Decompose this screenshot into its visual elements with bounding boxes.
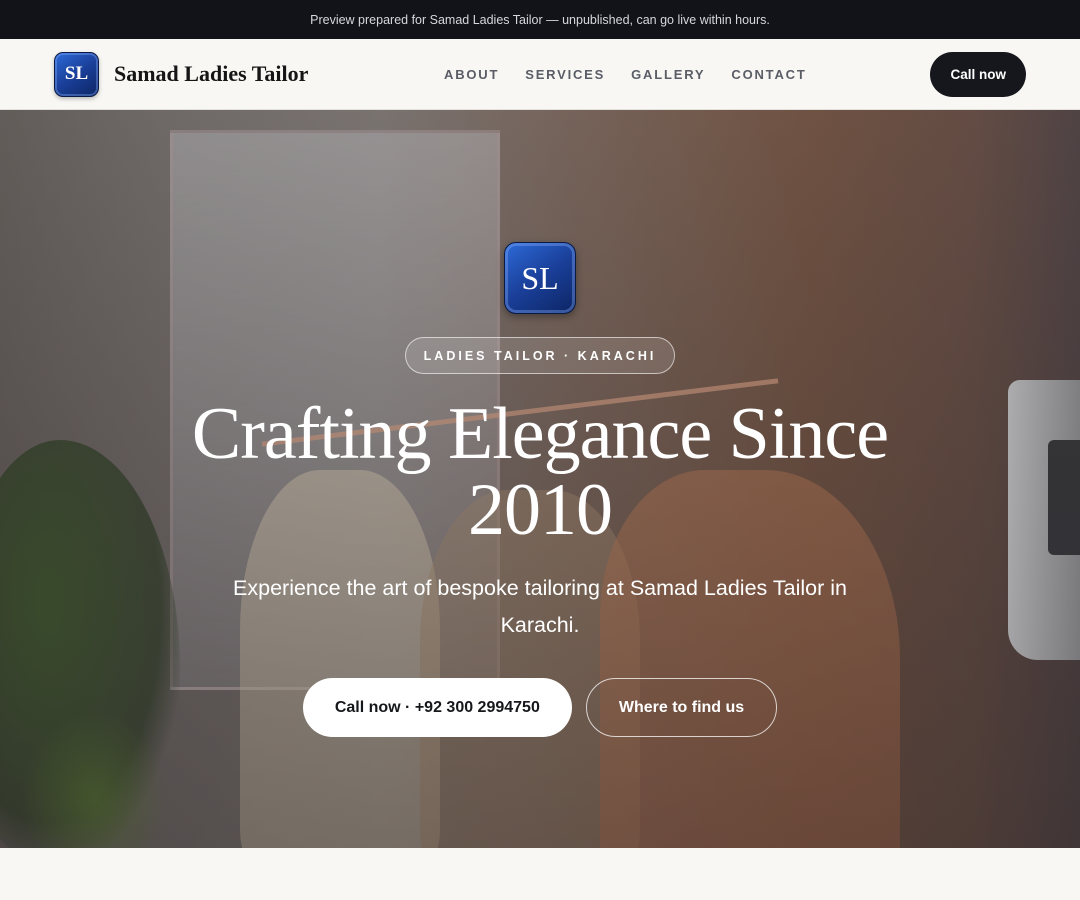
brand[interactable]: SL Samad Ladies Tailor	[54, 51, 309, 97]
nav-link-about[interactable]: ABOUT	[444, 67, 499, 82]
hero-content: SL LADIES TAILOR · KARACHI Crafting Eleg…	[0, 242, 1080, 737]
find-us-button[interactable]: Where to find us	[585, 678, 778, 737]
logo-text: SL	[64, 63, 89, 84]
hero-subtitle: Experience the art of bespoke tailoring …	[233, 576, 847, 637]
nav-link-contact[interactable]: CONTACT	[731, 67, 806, 82]
hero-section: SL LADIES TAILOR · KARACHI Crafting Eleg…	[0, 110, 1080, 848]
next-section	[0, 848, 1080, 900]
hero-tag-text: LADIES TAILOR · KARACHI	[423, 348, 657, 363]
main-nav: ABOUT SERVICES GALLERY CONTACT	[444, 39, 807, 109]
hero-tag-pill: LADIES TAILOR · KARACHI	[404, 337, 676, 374]
header-call-button[interactable]: Call now	[930, 52, 1026, 97]
hero-cta-row: Call now · +92 300 2994750 Where to find…	[302, 678, 778, 737]
nav-link-gallery[interactable]: GALLERY	[631, 67, 705, 82]
nav-link-services[interactable]: SERVICES	[525, 67, 605, 82]
site-header: SL Samad Ladies Tailor ABOUT SERVICES GA…	[0, 39, 1080, 110]
hero-logo-icon: SL	[504, 242, 576, 314]
brand-name: Samad Ladies Tailor	[114, 61, 309, 86]
call-now-button[interactable]: Call now · +92 300 2994750	[302, 678, 572, 737]
logo-icon: SL	[54, 51, 99, 97]
preview-banner-text: Preview prepared for Samad Ladies Tailor…	[310, 12, 770, 27]
hero-title: Crafting Elegance Since 2010	[191, 393, 889, 551]
hero-logo-text: SL	[521, 259, 559, 296]
preview-banner: Preview prepared for Samad Ladies Tailor…	[0, 0, 1080, 39]
